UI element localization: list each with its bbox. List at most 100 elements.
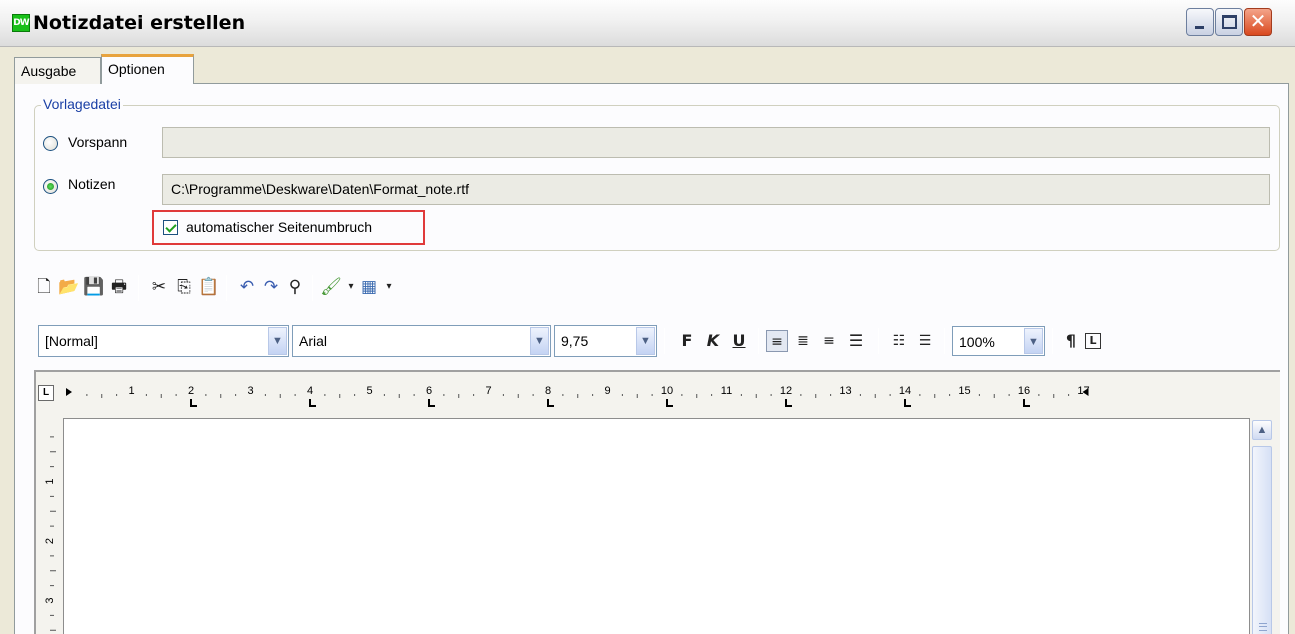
pilcrow-icon[interactable]: ¶ <box>1060 330 1082 352</box>
ruler-number: 2 <box>44 538 56 544</box>
style-combobox[interactable]: [Normal] ▼ <box>38 325 289 357</box>
minimize-button[interactable] <box>1186 8 1214 36</box>
tab-stop-icon[interactable]: L <box>1085 333 1101 349</box>
underline-button[interactable]: U <box>728 330 750 352</box>
vorspann-label: Vorspann <box>68 134 128 150</box>
vertical-scrollbar[interactable]: ▲ <box>1250 418 1275 634</box>
bold-button[interactable]: F <box>676 330 698 352</box>
ruler-number: 16 <box>1018 385 1030 397</box>
italic-button[interactable]: K <box>702 330 724 352</box>
tab-stop-marker[interactable] <box>190 399 197 407</box>
table-dropdown-icon[interactable]: ▾ <box>378 276 400 298</box>
notizen-label: Notizen <box>68 176 116 192</box>
window-title: Notizdatei erstellen <box>33 12 246 34</box>
paste-icon[interactable]: 📋 <box>198 276 220 298</box>
ruler-number: 5 <box>366 385 372 397</box>
separator <box>138 275 139 301</box>
separator <box>226 275 227 301</box>
separator <box>1052 328 1053 354</box>
maximize-button[interactable] <box>1215 8 1243 36</box>
align-center-icon[interactable]: ≣ <box>792 330 814 352</box>
align-right-icon[interactable]: ≡ <box>818 330 840 352</box>
tab-type-button[interactable]: L <box>38 385 54 401</box>
ruler-number: 7 <box>485 385 491 397</box>
font-size-combobox[interactable]: 9,75 ▼ <box>554 325 657 357</box>
app-icon: DW <box>12 14 30 32</box>
separator <box>944 328 945 354</box>
ruler-number: 2 <box>188 385 194 397</box>
align-justify-icon[interactable]: ☰ <box>845 330 867 352</box>
redo-icon[interactable]: ↷ <box>260 276 282 298</box>
ruler-number: 1 <box>44 478 56 484</box>
left-indent-marker[interactable] <box>66 388 72 396</box>
chevron-down-icon[interactable]: ▼ <box>268 327 287 355</box>
ruler-number: 3 <box>44 597 56 603</box>
cut-scissors-icon[interactable]: ✂ <box>148 276 170 298</box>
format-painter-icon[interactable]: 🖌 <box>320 276 342 298</box>
ruler-number: 14 <box>899 385 911 397</box>
open-folder-icon[interactable]: 📂 <box>58 276 80 298</box>
chevron-down-icon[interactable]: ▼ <box>530 327 549 355</box>
auto-seitenumbruch-label[interactable]: automatischer Seitenumbruch <box>186 219 372 235</box>
save-disk-icon[interactable]: 💾 <box>83 276 105 298</box>
group-legend: Vorlagedatei <box>41 96 123 112</box>
tab-stop-marker[interactable] <box>785 399 792 407</box>
tab-stop-marker[interactable] <box>309 399 316 407</box>
find-binoculars-icon[interactable]: ⚲ <box>284 276 306 298</box>
font-combobox[interactable]: Arial ▼ <box>292 325 551 357</box>
table-icon[interactable]: ▦ <box>358 276 380 298</box>
chevron-down-icon[interactable]: ▼ <box>1024 328 1043 354</box>
ruler-number: 11 <box>721 385 732 397</box>
close-button[interactable]: ✕ <box>1244 8 1272 36</box>
ruler-number: 1 <box>128 385 134 397</box>
style-value: [Normal] <box>45 333 98 349</box>
notizen-radio[interactable] <box>43 179 58 194</box>
separator <box>758 328 759 354</box>
auto-seitenumbruch-checkbox[interactable] <box>163 220 178 235</box>
font-size-value: 9,75 <box>561 333 589 349</box>
undo-icon[interactable]: ↶ <box>236 276 258 298</box>
ruler-number: 6 <box>426 385 432 397</box>
zoom-value: 100% <box>959 334 995 350</box>
notizen-path-field[interactable]: C:\Programme\Deskware\Daten\Format_note.… <box>162 174 1270 205</box>
close-icon: ✕ <box>1249 11 1267 33</box>
tab-stop-marker[interactable] <box>666 399 673 407</box>
grip-icon <box>1259 623 1267 631</box>
ruler-number: 8 <box>545 385 551 397</box>
tab-ausgabe[interactable]: Ausgabe <box>14 57 101 84</box>
ruler-number: 15 <box>958 385 970 397</box>
tab-stop-marker[interactable] <box>904 399 911 407</box>
align-left-icon[interactable]: ≡ <box>766 330 788 352</box>
scroll-up-icon[interactable]: ▲ <box>1252 420 1272 440</box>
ruler-number: 3 <box>247 385 253 397</box>
font-value: Arial <box>299 333 328 349</box>
tab-stop-marker[interactable] <box>547 399 554 407</box>
vorspann-field[interactable] <box>162 127 1270 158</box>
tab-optionen[interactable]: Optionen <box>101 54 194 84</box>
copy-icon[interactable]: ⎘ <box>173 276 195 298</box>
vertical-ruler: 1 2 3 <box>44 436 56 631</box>
numbered-list-icon[interactable]: ☰ <box>914 330 936 352</box>
tab-stop-marker[interactable] <box>1023 399 1030 407</box>
ruler-number: 13 <box>839 385 851 397</box>
zoom-combobox[interactable]: 100% ▼ <box>952 326 1045 356</box>
horizontal-ruler[interactable]: 1 2 3 4 5 6 7 8 9 10 11 12 13 14 15 16 17 <box>64 380 1134 410</box>
vorspann-radio[interactable] <box>43 136 58 151</box>
separator <box>878 328 879 354</box>
separator <box>664 328 665 354</box>
ruler-number: 10 <box>661 385 673 397</box>
editor-page[interactable] <box>63 418 1250 634</box>
print-icon[interactable]: 🖶 <box>108 276 130 298</box>
bullet-list-icon[interactable]: ☷ <box>888 330 910 352</box>
ruler-number: 4 <box>307 385 313 397</box>
chevron-down-icon[interactable]: ▼ <box>636 327 655 355</box>
separator <box>312 275 313 301</box>
maximize-icon <box>1222 15 1237 29</box>
title-bar[interactable]: DW Notizdatei erstellen ✕ <box>0 0 1295 47</box>
scroll-thumb[interactable] <box>1252 446 1272 634</box>
minimize-icon <box>1195 26 1204 29</box>
tab-stop-marker[interactable] <box>428 399 435 407</box>
ruler-number: 9 <box>604 385 610 397</box>
new-document-icon[interactable]: 🗋 <box>33 276 55 298</box>
ruler-number: 12 <box>780 385 792 397</box>
